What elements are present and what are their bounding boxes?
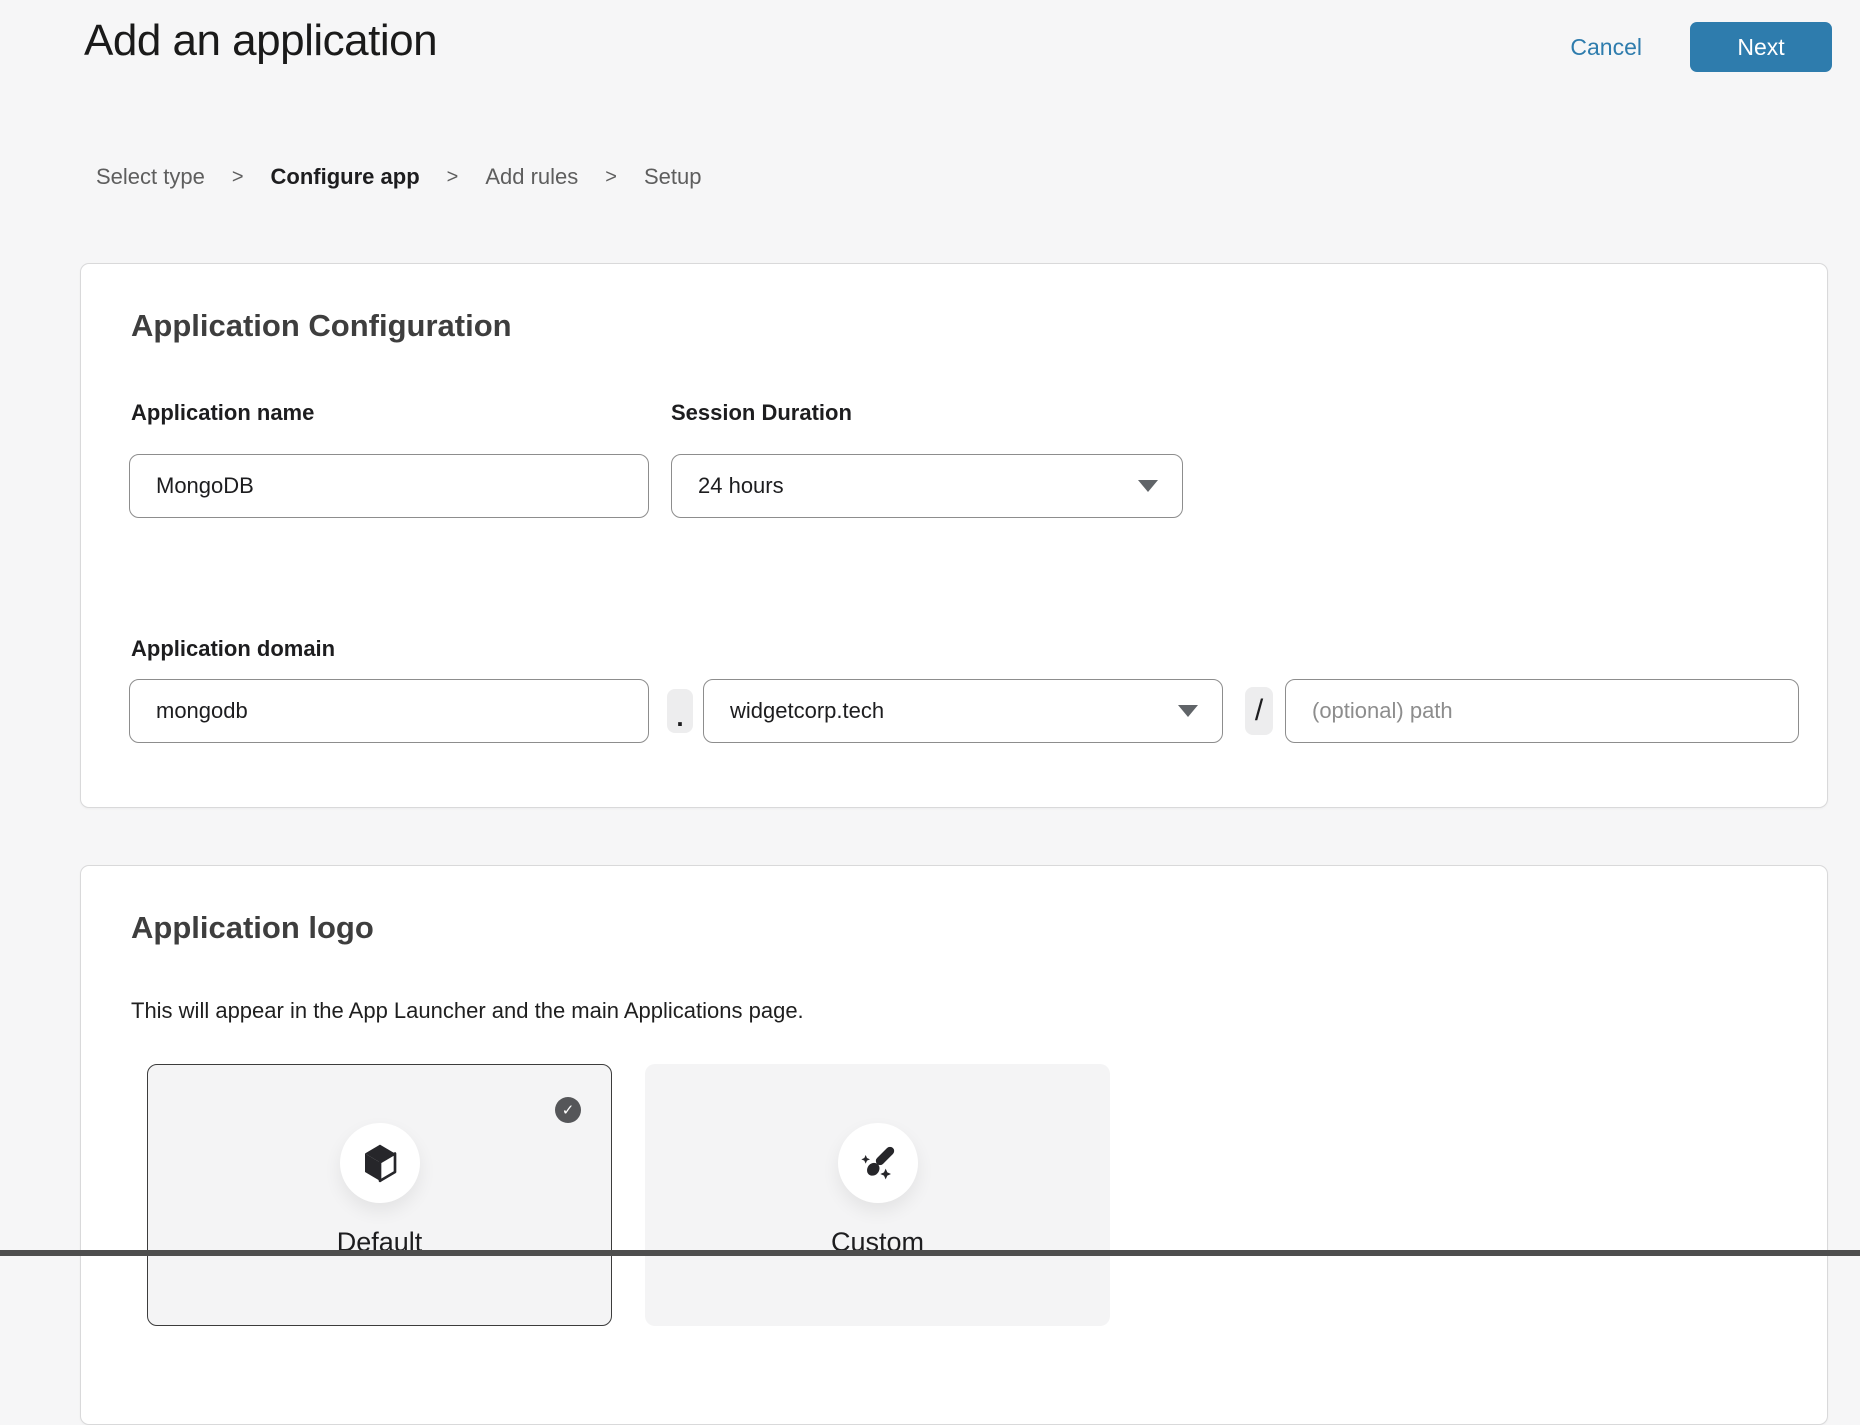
breadcrumb: Select type > Configure app > Add rules …	[96, 164, 701, 190]
step-separator: >	[447, 166, 459, 189]
default-logo-circle	[340, 1123, 420, 1203]
logo-options: ✓ Default Custom	[147, 1064, 1110, 1326]
domain-select[interactable]: widgetcorp.tech	[703, 679, 1223, 743]
logo-option-custom[interactable]: Custom	[645, 1064, 1110, 1326]
application-logo-description: This will appear in the App Launcher and…	[131, 998, 804, 1024]
application-configuration-heading: Application Configuration	[131, 308, 512, 344]
dot-separator: .	[667, 689, 693, 733]
page-title: Add an application	[84, 16, 437, 66]
application-domain-row: . widgetcorp.tech /	[129, 679, 1799, 743]
application-logo-heading: Application logo	[131, 910, 374, 946]
session-duration-label: Session Duration	[671, 400, 852, 426]
caret-down-icon	[1138, 480, 1158, 492]
application-configuration-card: Application Configuration Application na…	[80, 263, 1828, 808]
slash-separator: /	[1245, 687, 1273, 735]
application-domain-label: Application domain	[131, 636, 335, 662]
step-configure-app[interactable]: Configure app	[271, 164, 420, 190]
logo-option-default[interactable]: ✓ Default	[147, 1064, 612, 1326]
bottom-scrollbar	[0, 1250, 1860, 1256]
step-separator: >	[232, 166, 244, 189]
application-name-input[interactable]	[129, 454, 649, 518]
step-separator: >	[605, 166, 617, 189]
step-setup[interactable]: Setup	[644, 164, 702, 190]
step-select-type[interactable]: Select type	[96, 164, 205, 190]
paintbrush-icon	[858, 1143, 898, 1183]
session-duration-select[interactable]: 24 hours	[671, 454, 1183, 518]
step-add-rules[interactable]: Add rules	[485, 164, 578, 190]
application-name-label: Application name	[131, 400, 314, 426]
cube-icon	[360, 1142, 400, 1184]
next-button[interactable]: Next	[1690, 22, 1832, 72]
cancel-button[interactable]: Cancel	[1570, 34, 1642, 61]
domain-value: widgetcorp.tech	[730, 698, 884, 724]
header-actions: Cancel Next	[1570, 22, 1832, 72]
path-input[interactable]	[1285, 679, 1799, 743]
session-duration-value: 24 hours	[698, 473, 784, 499]
custom-logo-circle	[838, 1123, 918, 1203]
selected-check-icon: ✓	[555, 1097, 581, 1123]
application-logo-card: Application logo This will appear in the…	[80, 865, 1828, 1425]
caret-down-icon	[1178, 705, 1198, 717]
subdomain-input[interactable]	[129, 679, 649, 743]
